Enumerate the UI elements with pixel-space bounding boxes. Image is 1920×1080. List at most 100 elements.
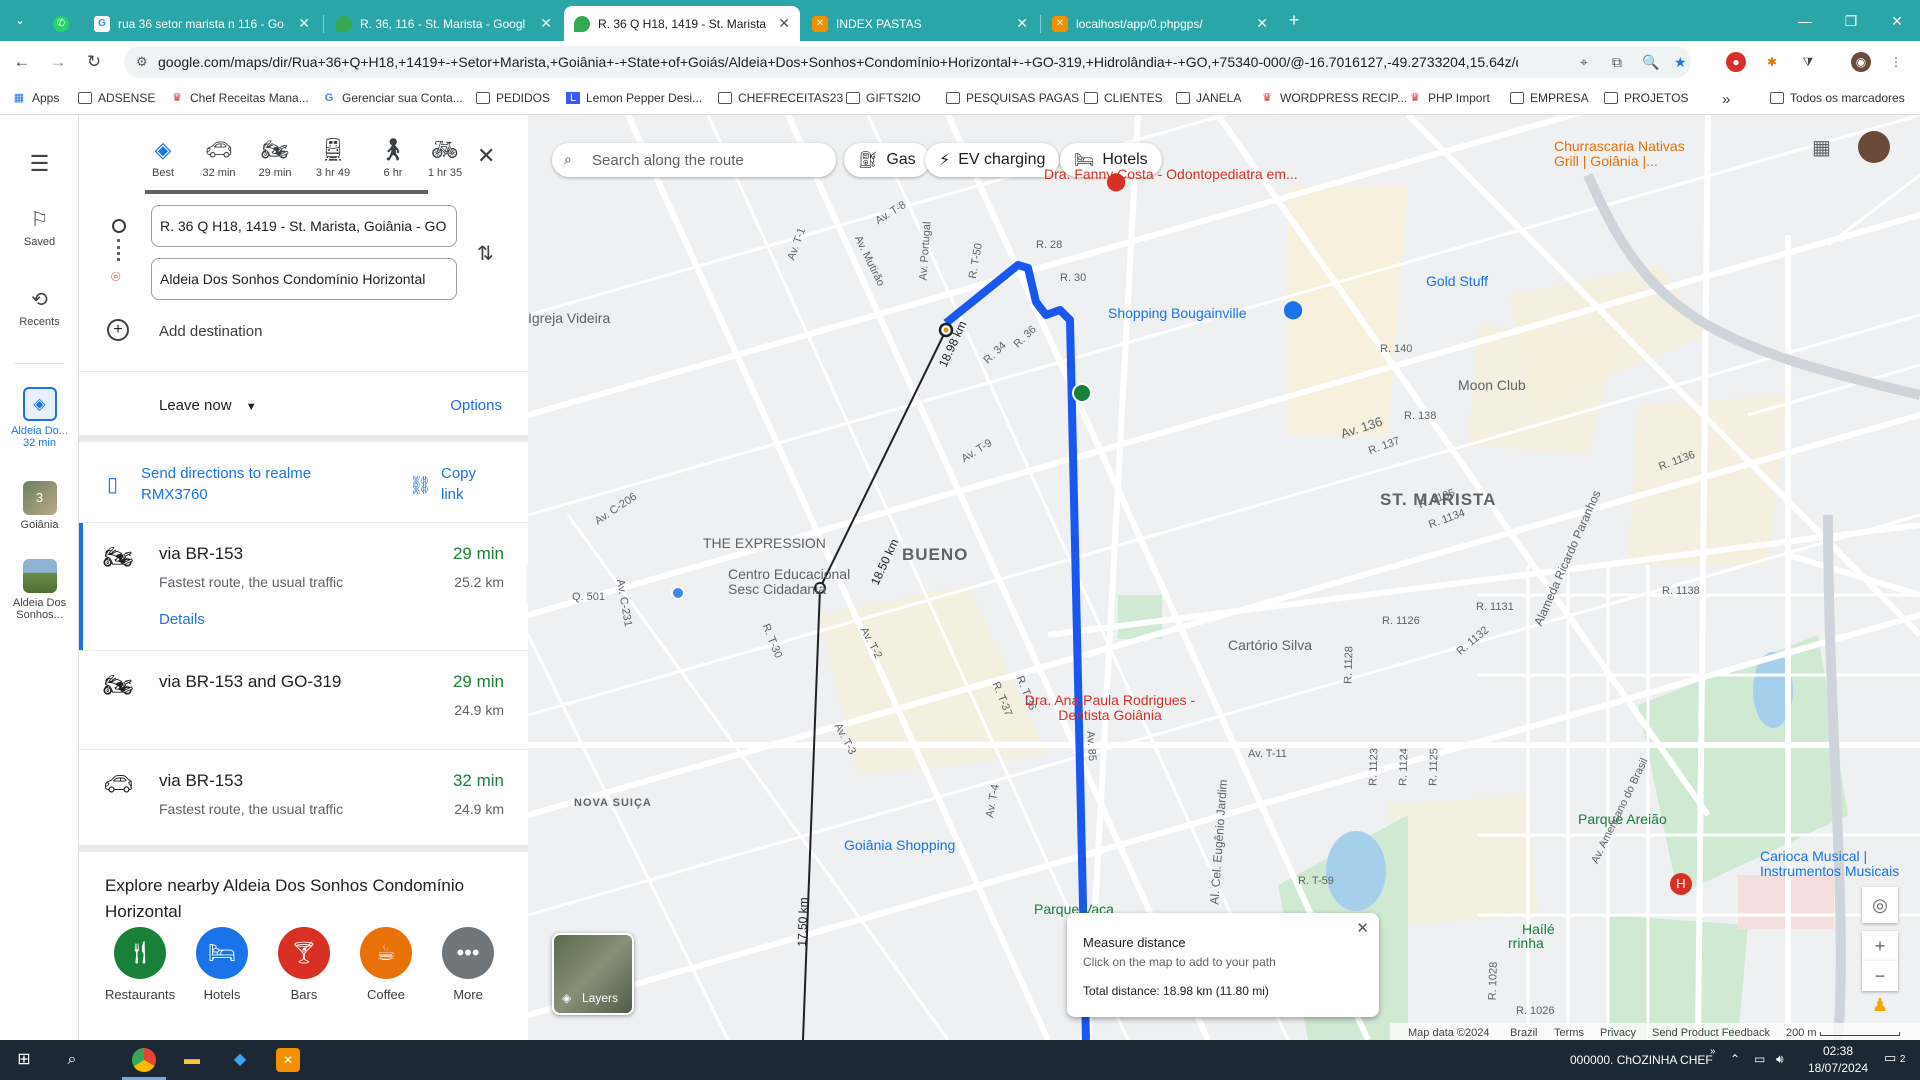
close-tab-icon[interactable]: ✕ (778, 15, 790, 32)
swap-waypoints-button[interactable]: ⇅ (477, 241, 494, 266)
chevron-up-icon[interactable]: » (1710, 1046, 1716, 1057)
options-button[interactable]: Options (450, 397, 502, 414)
category-bars[interactable]: 🍸︎ Bars (269, 927, 339, 1002)
install-app-icon[interactable]: ⧉ (1612, 54, 1622, 71)
mode-scroll-thumb[interactable] (145, 190, 428, 194)
bookmark-item[interactable]: ♛ PHP Import (1408, 91, 1490, 105)
search-along-route-input[interactable]: ⌕ Search along the route (552, 143, 836, 177)
back-button[interactable]: ← (10, 50, 34, 74)
chip-ev-charging[interactable]: ⚡︎ EV charging (925, 143, 1060, 177)
forward-button[interactable]: → (46, 50, 70, 74)
minimize-button[interactable]: — (1782, 8, 1828, 34)
extension-icon-2[interactable]: ✱ (1762, 52, 1782, 72)
bookmark-item[interactable]: JANELA (1176, 91, 1241, 105)
vscode-icon[interactable]: ◆ (228, 1048, 252, 1072)
close-tab-icon[interactable]: ✕ (298, 15, 310, 32)
new-tab-button[interactable]: + (1280, 8, 1308, 32)
apps-grid-icon[interactable]: ▦ (1812, 135, 1831, 160)
address-bar[interactable]: ⚙ google.com/maps/dir/Rua+36+Q+H18,+1419… (124, 46, 1691, 78)
category-coffee[interactable]: ☕︎ Coffee (351, 927, 421, 1002)
copy-link-button[interactable]: Copy link (441, 463, 501, 505)
bookmark-item[interactable]: ADSENSE (78, 91, 155, 105)
close-tab-icon[interactable]: ✕ (1016, 15, 1028, 32)
route-option-3[interactable]: 🚗︎ via BR-153 Fastest route, the usual t… (79, 750, 528, 850)
tab-1[interactable]: G rua 36 setor marista n 116 - Go ✕ (84, 6, 320, 41)
bookmark-apps[interactable]: ▦ Apps (12, 91, 60, 105)
hospital-marker-icon[interactable]: H (1670, 873, 1692, 895)
poi-dra-ana-paula[interactable]: Dra. Ana Paula Rodrigues - Dentista Goiâ… (1020, 693, 1200, 723)
destination-input[interactable]: Aldeia Dos Sonhos Condomínio Horizontal (151, 258, 457, 300)
location-icon[interactable]: ⌖ (1580, 54, 1588, 71)
close-tab-icon[interactable]: ✕ (1256, 15, 1268, 32)
category-hotels[interactable]: 🛏︎ Hotels (187, 927, 257, 1002)
bookmark-item[interactable]: EMPRESA (1510, 91, 1589, 105)
xampp-icon[interactable]: ✕ (276, 1048, 300, 1072)
site-info-icon[interactable]: ⚙ (136, 54, 148, 70)
recent-place-aldeia[interactable]: Aldeia Dos Sonhos... (0, 559, 79, 621)
map-canvas[interactable]: ⌕ Search along the route ⛽︎ Gas ⚡︎ EV char… (528, 115, 1920, 1040)
send-directions-link[interactable]: Send directions to realme RMX3760 (141, 463, 341, 505)
tab-2[interactable]: R. 36, 116 - St. Marista - Googl ✕ (326, 6, 562, 41)
recent-place-goiania[interactable]: 3 Goiânia (0, 481, 79, 531)
mode-car[interactable]: 🚗︎ 32 min (197, 137, 241, 179)
poi-the-expression[interactable]: THE EXPRESSION (703, 535, 826, 551)
footer-country[interactable]: Brazil (1510, 1027, 1538, 1039)
reload-button[interactable]: ↻ (82, 50, 106, 74)
category-restaurants[interactable]: 🍴︎ Restaurants (105, 927, 175, 1002)
bookmark-item[interactable]: CHEFRECEITAS23 (718, 91, 843, 105)
tab-5[interactable]: ✕ localhost/app/0.phpgps/ ✕ (1042, 6, 1278, 41)
mode-motorcycle[interactable]: 🏍︎ 29 min (253, 137, 297, 179)
layers-button[interactable]: ◈ Layers (552, 933, 634, 1015)
network-icon[interactable]: ▭ (1754, 1052, 1765, 1066)
mode-walking[interactable]: 🚶︎ 6 hr (371, 137, 415, 179)
clock-date[interactable]: 18/07/2024 (1806, 1061, 1870, 1075)
leave-now-dropdown[interactable]: Leave now ▼ (159, 397, 257, 414)
add-destination-icon[interactable]: + (107, 319, 129, 341)
menu-button[interactable]: ☰ (0, 151, 79, 181)
poi-churrascaria[interactable]: Churrascaria Nativas Grill | Goiânia |..… (1554, 139, 1704, 169)
close-directions-button[interactable]: ✕ (477, 143, 495, 169)
close-window-button[interactable]: ✕ (1874, 8, 1920, 34)
bookmarks-overflow-button[interactable]: » (1722, 91, 1730, 108)
poi-carioca-musical[interactable]: Carioca Musical | Instrumentos Musicais (1760, 849, 1920, 879)
windows-start-icon[interactable]: ⊞ (12, 1048, 36, 1072)
search-icon[interactable]: ⌕ (60, 1048, 84, 1072)
recents-button[interactable]: ⟲ Recents (0, 287, 79, 328)
all-bookmarks[interactable]: Todos os marcadores (1770, 91, 1905, 105)
url-text[interactable]: google.com/maps/dir/Rua+36+Q+H18,+1419+-… (158, 54, 1518, 70)
my-location-button[interactable]: ◎ (1862, 887, 1898, 923)
tray-expand-icon[interactable]: ⌃ (1730, 1052, 1740, 1066)
category-more[interactable]: ••• More (433, 927, 503, 1002)
bookmark-item[interactable]: CLIENTES (1084, 91, 1163, 105)
kebab-menu-icon[interactable]: ⋮ (1886, 52, 1906, 72)
bookmark-item[interactable]: GIFTS2IO (846, 91, 921, 105)
extension-icon-1[interactable]: ● (1726, 52, 1746, 72)
scale-label[interactable]: 200 m (1786, 1027, 1817, 1039)
bookmark-item[interactable]: ♛ Chef Receitas Mana... (170, 91, 309, 105)
bookmark-item[interactable]: ♛ WORDPRESS RECIP... (1260, 91, 1407, 105)
chrome-icon[interactable] (132, 1048, 156, 1072)
close-tab-icon[interactable]: ✕ (540, 15, 552, 32)
poi-shopping-bougainville[interactable]: Shopping Bougainville (1108, 305, 1247, 321)
poi-sesc[interactable]: Centro Educacional Sesc Cidadania (728, 567, 878, 597)
zoom-in-button[interactable]: + (1862, 931, 1898, 961)
footer-privacy[interactable]: Privacy (1600, 1027, 1636, 1039)
bookmark-item[interactable]: PEDIDOS (476, 91, 550, 105)
tab-4[interactable]: ✕ INDEX PASTAS ✕ (802, 6, 1038, 41)
origin-input[interactable]: R. 36 Q H18, 1419 - St. Marista, Goiânia… (151, 205, 457, 247)
close-measure-button[interactable]: ✕ (1356, 919, 1369, 937)
route-option-1[interactable]: 🏍︎ via BR-153 Fastest route, the usual t… (79, 523, 528, 650)
bookmark-item[interactable]: PESQUISAS PAGAS (946, 91, 1079, 105)
restore-button[interactable]: ❐ (1828, 8, 1874, 34)
recent-route-item[interactable]: ◈ Aldeia Do... 32 min (0, 387, 79, 449)
saved-button[interactable]: ⚐ Saved (0, 207, 79, 248)
poi-cartorio-silva[interactable]: Cartório Silva (1228, 637, 1312, 653)
pegman-button[interactable]: ♟ (1862, 987, 1898, 1023)
poi-goiania-shopping[interactable]: Goiânia Shopping (844, 837, 955, 853)
notification-center-button[interactable]: ▭ 2 (1884, 1050, 1905, 1066)
route-details-link[interactable]: Details (159, 611, 205, 628)
tab-search-button[interactable]: ⌄ (6, 8, 34, 32)
route-option-2[interactable]: 🏍︎ via BR-153 and GO-319 29 min 24.9 km (79, 651, 528, 752)
bookmark-star-icon[interactable]: ★ (1674, 54, 1687, 71)
tab-3-active[interactable]: R. 36 Q H18, 1419 - St. Marista ✕ (564, 6, 800, 41)
